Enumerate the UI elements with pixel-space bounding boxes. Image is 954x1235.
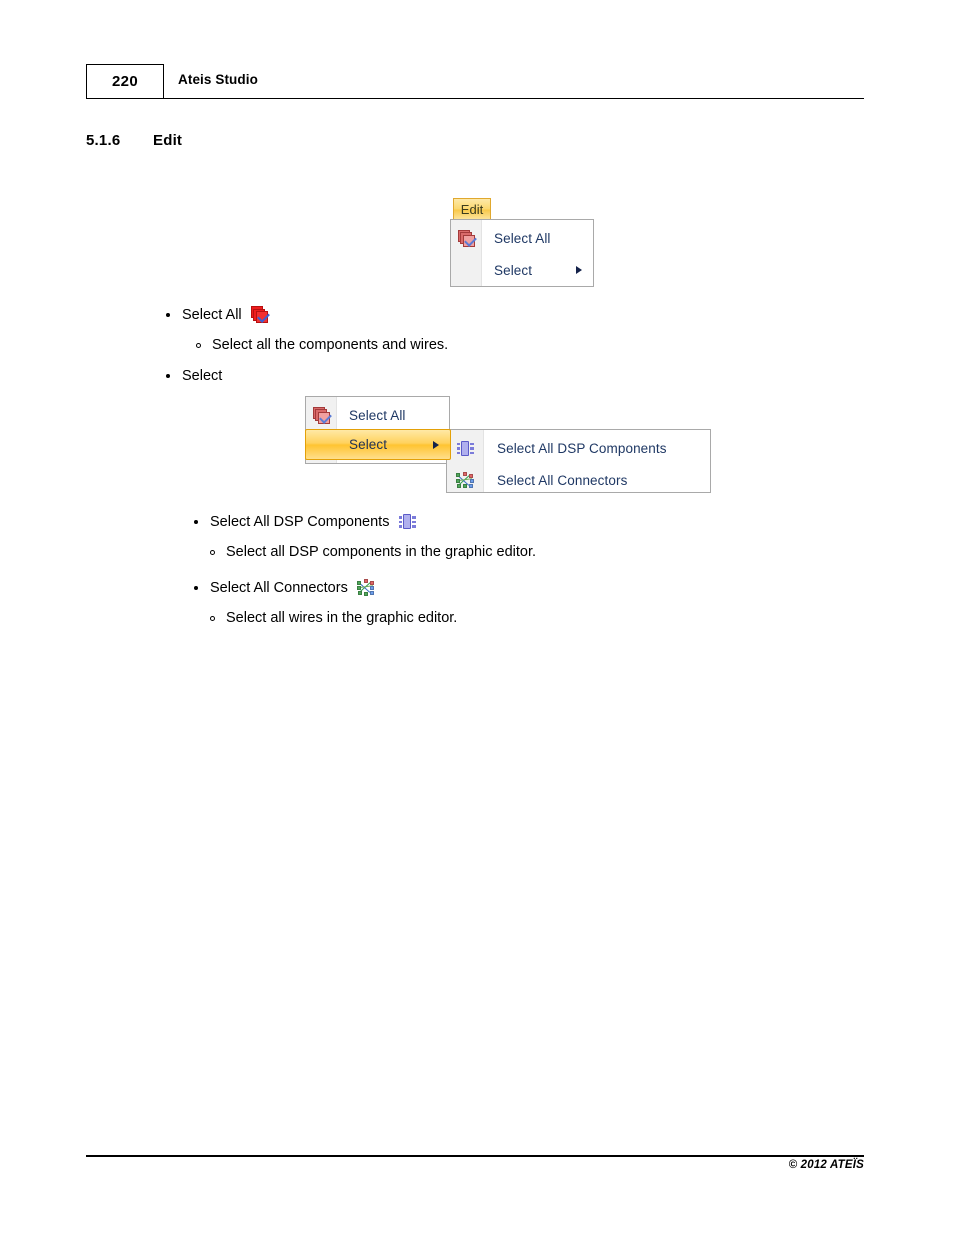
bullet-dot [194, 585, 198, 590]
connectors-icon [356, 579, 375, 596]
edit-dropdown-panel: Select All Select [450, 219, 594, 287]
list-item-label: Select [182, 368, 223, 384]
page-header: 220 Ateis Studio [86, 64, 864, 100]
connectors-icon [447, 464, 483, 496]
menu-item-icon-empty [306, 429, 336, 461]
submenu-item-select-all-dsp-components[interactable]: Select All DSP Components [447, 432, 710, 464]
menu-item-label: Select All [349, 407, 406, 423]
menu-item-select-highlighted[interactable]: Select [305, 429, 451, 460]
submenu-item-label: Select All DSP Components [497, 440, 667, 456]
bullet-dot [166, 374, 170, 378]
edit-tab[interactable]: Edit [453, 198, 491, 220]
list-item: Select All Connectors [194, 579, 375, 596]
chevron-right-icon [576, 266, 582, 274]
list-item: Select all DSP components in the graphic… [210, 544, 536, 560]
bullet-dot [194, 519, 198, 524]
header-rule [164, 97, 864, 99]
list-item: Select all wires in the graphic editor. [210, 610, 457, 626]
menu-item-label: Select [494, 262, 533, 278]
select-menu-panel: Select All Select [305, 396, 451, 464]
list-item-label: Select All Connectors [210, 579, 348, 596]
bullet-circle [196, 342, 201, 348]
menu-item-label: Select [349, 437, 388, 452]
list-item: Select All [166, 306, 270, 323]
menu-item-icon-empty [451, 254, 481, 286]
list-item: Select [166, 368, 222, 384]
dsp-components-icon [447, 432, 483, 464]
list-item-label: Select all the components and wires. [212, 337, 449, 353]
select-all-icon [451, 222, 481, 254]
menu-item-label: Select All [494, 230, 551, 246]
page-number: 220 [112, 73, 138, 90]
list-item: Select all the components and wires. [196, 337, 448, 353]
section-number: 5.1.6 [86, 132, 121, 149]
list-item-label: Select All DSP Components [210, 513, 390, 530]
submenu-item-label: Select All Connectors [497, 472, 628, 488]
page-title: 5.1.6 Edit [86, 132, 182, 149]
select-submenu-panel: Select All DSP Components Select All Con… [446, 429, 711, 493]
menu-item-select[interactable]: Select [451, 254, 593, 286]
list-item: Select All DSP Components [194, 513, 416, 530]
list-item-label: Select all wires in the graphic editor. [226, 610, 458, 626]
select-all-icon [306, 399, 336, 431]
bullet-dot [166, 312, 170, 317]
section-title: Edit [153, 132, 183, 149]
dsp-components-icon [398, 513, 416, 530]
bullet-circle [210, 549, 215, 555]
page-number-box: 220 [86, 64, 164, 99]
submenu-item-select-all-connectors[interactable]: Select All Connectors [447, 464, 710, 496]
footer-rule [86, 1155, 864, 1157]
chevron-right-icon [433, 440, 439, 449]
select-all-icon [250, 306, 270, 323]
menu-item-select-all[interactable]: Select All [451, 222, 593, 254]
list-item-label: Select All [182, 306, 242, 323]
list-item-label: Select all DSP components in the graphic… [226, 544, 537, 560]
footer-copyright: © 2012 ATEÏS [788, 1159, 864, 1171]
menu-item-select-all[interactable]: Select All [306, 399, 449, 431]
bullet-circle [210, 615, 215, 621]
header-title: Ateis Studio [178, 72, 258, 87]
